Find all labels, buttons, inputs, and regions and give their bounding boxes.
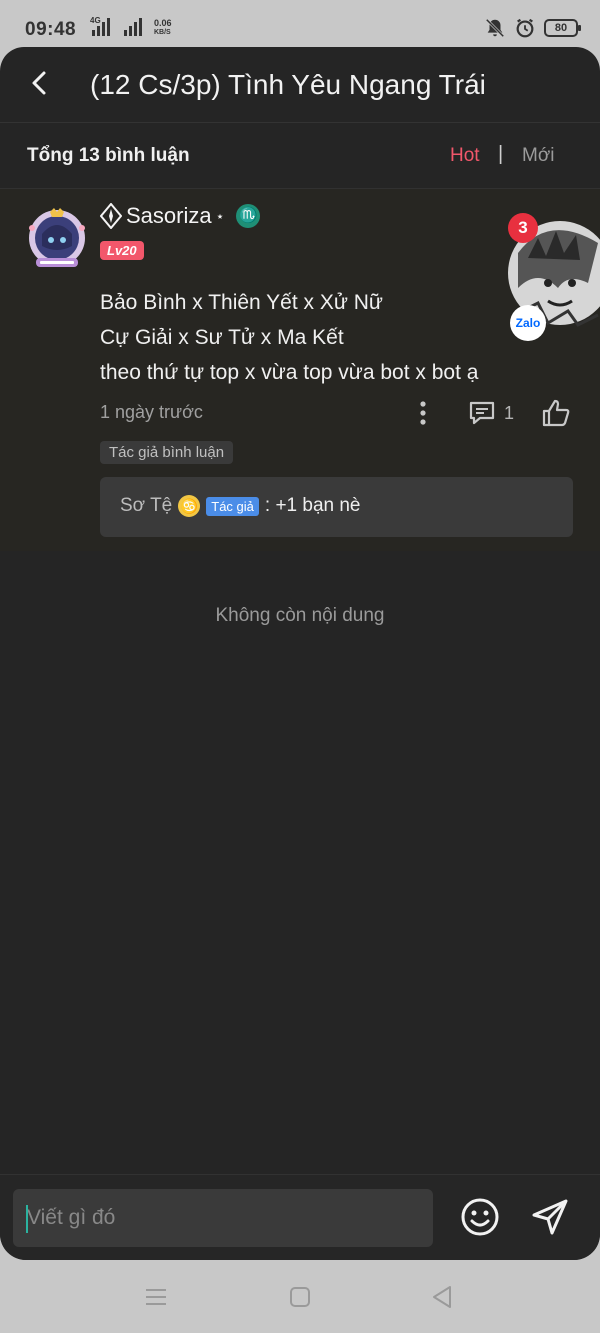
comment-body: Bảo Bình x Thiên Yết x Xử Nữ Cự Giải x S… xyxy=(100,285,478,390)
empty-state-text: Không còn nội dung xyxy=(215,605,385,626)
author-badge: Tác giả xyxy=(206,496,259,516)
reply-text: : +1 bạn nè xyxy=(264,495,361,516)
status-time: 09:48 xyxy=(25,19,77,40)
more-options-icon[interactable] xyxy=(411,399,435,427)
header: (12 Cs/3p) Tình Yêu Ngang Trái xyxy=(0,47,600,123)
comment-line: Cự Giải x Sư Tử x Ma Kết xyxy=(100,326,344,349)
recent-apps-icon[interactable] xyxy=(144,1286,168,1308)
reply-count: 1 xyxy=(504,402,515,423)
avatar[interactable] xyxy=(22,204,92,274)
star-icon: ⋆ xyxy=(215,207,225,224)
emoji-icon[interactable] xyxy=(460,1197,500,1237)
comment-input[interactable] xyxy=(13,1189,433,1247)
text-caret xyxy=(26,1205,28,1233)
comment-composer xyxy=(0,1174,600,1260)
comment-line: theo thứ tự top x vừa top vừa bot x bot … xyxy=(100,361,479,384)
level-badge: Lv20 xyxy=(100,241,144,260)
comment-time: 1 ngày trước xyxy=(100,402,203,422)
comment-line: Bảo Bình x Thiên Yết x Xử Nữ xyxy=(100,291,383,314)
cancer-zodiac-icon: ♋ xyxy=(178,495,201,517)
reply-username: Sơ Tệ xyxy=(120,495,173,516)
page-title: (12 Cs/3p) Tình Yêu Ngang Trái xyxy=(90,69,486,100)
comment-username[interactable]: Sasoriza ⋆ ♏ xyxy=(100,203,261,229)
reply-button[interactable]: 1 xyxy=(468,399,514,427)
system-navigation-bar xyxy=(0,1270,600,1330)
username-text: Sasoriza xyxy=(126,203,212,228)
comment-icon xyxy=(469,401,495,425)
comments-sheet: (12 Cs/3p) Tình Yêu Ngang Trái Tổng 13 b… xyxy=(0,47,600,1260)
sort-bar: Tổng 13 bình luận Hot | Mới xyxy=(0,123,600,189)
notification-count: 3 xyxy=(508,213,538,243)
zodiac-badge: ♏ xyxy=(236,204,261,228)
author-tag: Tác giả bình luận xyxy=(100,441,234,464)
system-back-icon[interactable] xyxy=(430,1284,454,1310)
reply-preview[interactable]: Sơ Tệ ♋ Tác giả : +1 bạn nè xyxy=(100,477,573,537)
network-speed: 0.06 KB/S xyxy=(154,18,172,37)
status-icons: 80 xyxy=(484,17,581,39)
zalo-chat-bubble[interactable]: 3 Zalo xyxy=(508,213,600,341)
sort-new-tab[interactable]: Mới xyxy=(522,145,555,167)
mute-icon xyxy=(485,18,505,38)
battery-icon: 80 xyxy=(544,19,581,37)
sort-hot-tab[interactable]: Hot xyxy=(450,145,480,167)
home-icon[interactable] xyxy=(289,1286,311,1308)
signal-icon xyxy=(92,18,142,36)
back-button[interactable] xyxy=(22,65,58,101)
sparkle-icon xyxy=(100,203,122,229)
alarm-icon xyxy=(516,18,534,38)
comment-total: Tổng 13 bình luận xyxy=(27,145,190,166)
sort-separator: | xyxy=(498,143,504,165)
zalo-logo-icon: Zalo xyxy=(510,305,546,341)
like-icon[interactable] xyxy=(540,397,572,429)
send-icon[interactable] xyxy=(530,1197,570,1237)
